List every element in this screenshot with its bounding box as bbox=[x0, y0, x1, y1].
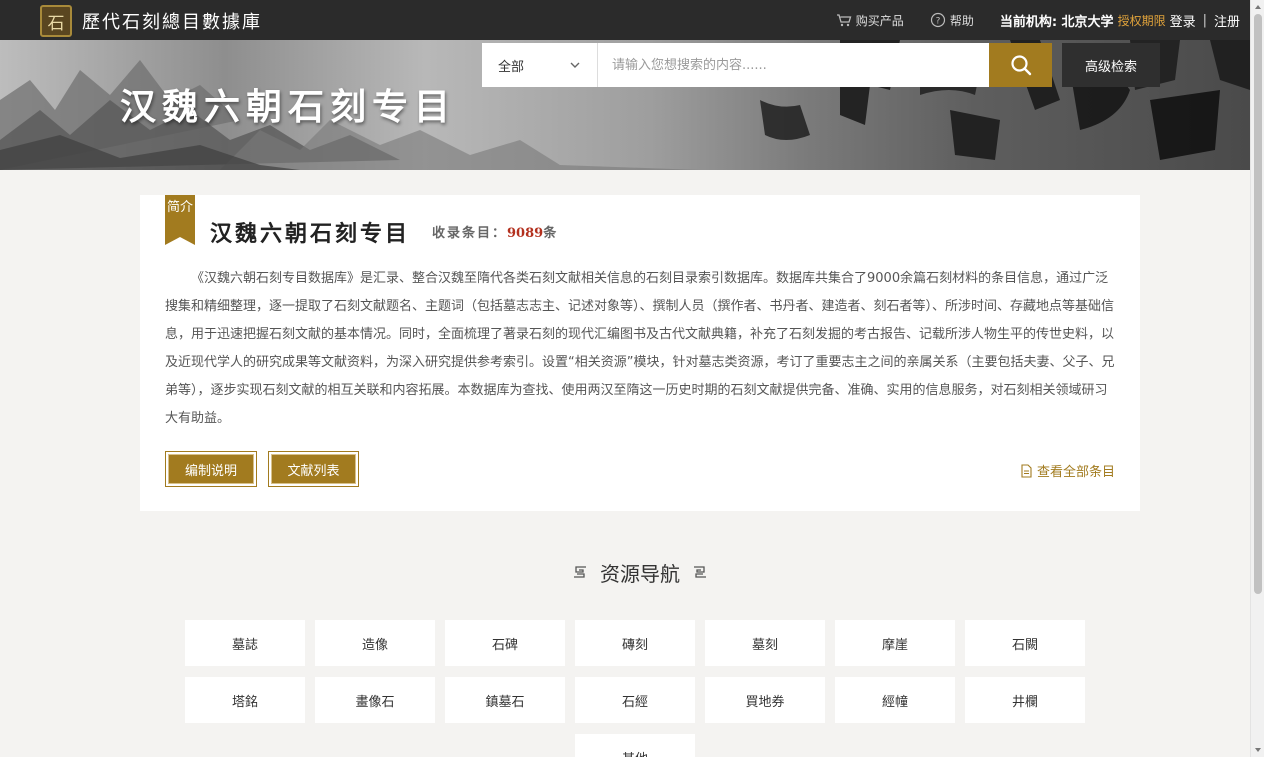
search-input[interactable] bbox=[598, 43, 989, 87]
resource-nav-title: 资源导航 bbox=[560, 557, 720, 587]
view-all-entries-link[interactable]: 查看全部条目 bbox=[1019, 461, 1115, 480]
top-right-nav: 购买产品 ? 帮助 当前机构: 北京大学 授权期限 登录 | 注册 bbox=[836, 0, 1240, 40]
search-bar: 全部 bbox=[482, 43, 1052, 87]
resource-item-shijing[interactable]: 石經 bbox=[575, 677, 695, 723]
resource-item-zhuanke[interactable]: 磚刻 bbox=[575, 620, 695, 666]
resource-item-muzhi[interactable]: 墓誌 bbox=[185, 620, 305, 666]
separator: | bbox=[1202, 12, 1207, 28]
buy-products-label: 购买产品 bbox=[855, 13, 904, 28]
resource-item-zaoxiang[interactable]: 造像 bbox=[315, 620, 435, 666]
auth-period-link[interactable]: 授权期限 bbox=[1118, 12, 1166, 29]
banner-title: 汉魏六朝石刻专目 bbox=[120, 86, 457, 128]
scroll-up-arrow-icon[interactable] bbox=[1254, 3, 1262, 11]
entry-count-value: 9089 bbox=[507, 226, 544, 241]
scroll-down-arrow-icon[interactable] bbox=[1254, 746, 1262, 754]
resource-item-jingchuang[interactable]: 經幢 bbox=[835, 677, 955, 723]
scrollbar-thumb[interactable] bbox=[1254, 14, 1262, 594]
resource-item-taming[interactable]: 塔銘 bbox=[185, 677, 305, 723]
entry-count-suffix: 条 bbox=[543, 226, 559, 241]
svg-text:?: ? bbox=[935, 17, 940, 27]
entry-count: 收录条目：9089条 bbox=[432, 222, 558, 241]
intro-card: 简介 汉魏六朝石刻专目 收录条目：9089条 《汉魏六朝石刻专目数据库》是汇录、… bbox=[140, 195, 1140, 511]
resource-item-shibei[interactable]: 石碑 bbox=[445, 620, 565, 666]
help-link[interactable]: ? 帮助 bbox=[930, 12, 974, 29]
intro-tag: 简介 bbox=[165, 195, 195, 245]
cart-icon bbox=[836, 14, 852, 27]
resource-item-zhenmushi[interactable]: 鎮墓石 bbox=[445, 677, 565, 723]
page-scrollbar[interactable] bbox=[1250, 0, 1264, 757]
resource-item-huaxiangshi[interactable]: 畫像石 bbox=[315, 677, 435, 723]
resource-item-shique[interactable]: 石闕 bbox=[965, 620, 1085, 666]
resource-nav-label: 资源导航 bbox=[600, 561, 680, 586]
site-title[interactable]: 歷代石刻總目數據庫 bbox=[82, 8, 262, 34]
chevron-down-icon bbox=[570, 62, 580, 68]
advanced-search-button[interactable]: 高级检索 bbox=[1062, 43, 1160, 87]
search-button[interactable] bbox=[989, 43, 1052, 87]
fret-right-icon bbox=[694, 566, 706, 578]
search-icon bbox=[1010, 55, 1031, 76]
literature-list-button[interactable]: 文献列表 bbox=[268, 451, 359, 487]
resource-item-jinglan[interactable]: 井欄 bbox=[965, 677, 1085, 723]
resource-item-maidiquan[interactable]: 買地券 bbox=[705, 677, 825, 723]
login-link[interactable]: 登录 bbox=[1170, 11, 1196, 30]
intro-title: 汉魏六朝石刻专目 bbox=[210, 221, 411, 247]
search-scope-select[interactable]: 全部 bbox=[482, 43, 598, 87]
register-link[interactable]: 注册 bbox=[1214, 11, 1240, 30]
resource-item-muke[interactable]: 墓刻 bbox=[705, 620, 825, 666]
help-label: 帮助 bbox=[949, 13, 974, 28]
logo-icon[interactable]: 石 bbox=[40, 5, 72, 37]
entry-count-prefix: 收录条目： bbox=[432, 226, 508, 241]
resource-item-moya[interactable]: 摩崖 bbox=[835, 620, 955, 666]
intro-description: 《汉魏六朝石刻专目数据库》是汇录、整合汉魏至隋代各类石刻文献相关信息的石刻目录索… bbox=[165, 271, 1115, 426]
fret-left-icon bbox=[574, 566, 586, 578]
resource-item-qita[interactable]: 其他 bbox=[575, 734, 695, 757]
view-all-label: 查看全部条目 bbox=[1036, 465, 1115, 480]
current-org: 当前机构: 北京大学 bbox=[999, 14, 1114, 30]
editing-notes-button[interactable]: 编制说明 bbox=[165, 451, 257, 487]
search-scope-value: 全部 bbox=[498, 59, 525, 75]
buy-products-link[interactable]: 购买产品 bbox=[836, 12, 904, 29]
document-icon bbox=[1021, 463, 1032, 478]
top-bar: 石 歷代石刻總目數據庫 购买产品 ? 帮助 当前机构: 北京大学 授权期限 登录… bbox=[0, 0, 1250, 40]
help-icon: ? bbox=[930, 12, 945, 28]
